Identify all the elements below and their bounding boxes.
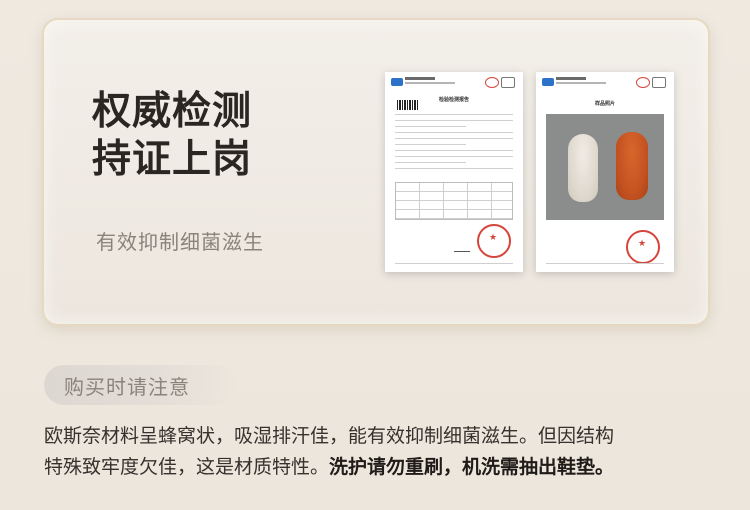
notice-body: 欧斯奈材料呈蜂窝状，吸湿排汗佳，能有效抑制细菌滋生。但因结构 特殊致牢度欠佳，这… xyxy=(44,421,724,483)
logo-text-block xyxy=(556,77,586,80)
institute-logo-icon xyxy=(542,78,554,86)
report-results-table xyxy=(395,182,513,220)
sample-photo-title: 样品照片 xyxy=(594,101,615,107)
notice-line-2-text: 特殊致牢度欠佳，这是材质特性。 xyxy=(44,456,330,478)
logo-text-block xyxy=(405,77,435,80)
institute-logo-icon xyxy=(391,78,403,86)
headline-line-2: 持证上岗 xyxy=(92,137,253,182)
report-footer-line xyxy=(395,263,513,264)
headline-line-1: 权威检测 xyxy=(92,89,253,134)
accreditation-mark-icon xyxy=(485,77,499,88)
certification-mark-icon xyxy=(501,77,515,88)
logo-subtext-block xyxy=(556,82,606,84)
certification-mark-icon xyxy=(652,77,666,88)
sample-photo xyxy=(546,114,664,220)
photo-footer-line xyxy=(546,263,664,264)
headline: 权威检测 持证上岗 xyxy=(92,88,252,184)
report-text-lines xyxy=(395,114,513,174)
notice-label: 购买时请注意 xyxy=(64,375,190,399)
test-report-document: 检验检测报告 ★ xyxy=(385,72,523,272)
barcode-icon xyxy=(397,100,419,110)
logo-subtext-block xyxy=(405,82,455,84)
signature-icon xyxy=(453,246,473,252)
notice-line-2: 特殊致牢度欠佳，这是材质特性。洗护请勿重刷，机洗需抽出鞋垫。 xyxy=(44,452,724,483)
official-seal-icon: ★ xyxy=(626,230,660,264)
white-insole-image xyxy=(568,134,598,202)
accreditation-mark-icon xyxy=(636,77,650,88)
sample-photo-document: 样品照片 ★ xyxy=(536,72,674,272)
official-seal-icon: ★ xyxy=(477,224,511,258)
orange-insole-image xyxy=(616,132,648,200)
notice-line-1: 欧斯奈材料呈蜂窝状，吸湿排汗佳，能有效抑制细菌滋生。但因结构 xyxy=(44,425,615,447)
subheadline: 有效抑制细菌滋生 xyxy=(96,230,264,254)
notice-care-warning: 洗护请勿重刷，机洗需抽出鞋垫。 xyxy=(329,456,615,478)
